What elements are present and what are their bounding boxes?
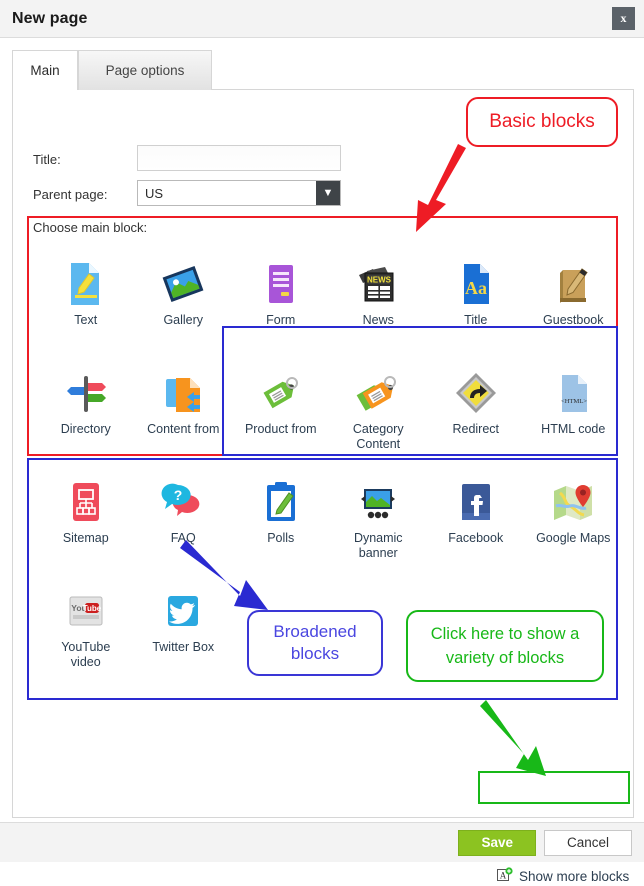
dialog-body: Main Page options Title: Parent page: US… bbox=[0, 38, 644, 884]
block-tile-news[interactable]: NEWS News bbox=[330, 247, 428, 356]
block-tile-label: Guestbook bbox=[543, 313, 604, 327]
add-block-icon: A bbox=[497, 867, 513, 886]
block-tile-gallery[interactable]: Gallery bbox=[135, 247, 233, 356]
cancel-button[interactable]: Cancel bbox=[543, 829, 632, 856]
block-tile-label: Redirect bbox=[452, 422, 500, 436]
blocks-row: Directory Content from Product from Categor… bbox=[37, 356, 622, 465]
block-tile-label: Form bbox=[266, 313, 296, 327]
form-icon bbox=[258, 247, 304, 309]
block-tile-product-from[interactable]: Product from bbox=[232, 356, 330, 465]
dialog-titlebar: New page x bbox=[0, 0, 644, 38]
block-tile-label: Text bbox=[74, 313, 98, 327]
block-tile-redirect[interactable]: Redirect bbox=[427, 356, 525, 465]
blocks-grid: Text Gallery Form NEWS News Aa Title Guestbook D… bbox=[37, 247, 622, 683]
close-icon[interactable]: x bbox=[612, 7, 635, 30]
chevron-down-icon[interactable]: ▼ bbox=[316, 181, 340, 205]
blocks-row: Sitemap? FAQ Polls Dynamic banner Facebook Go… bbox=[37, 465, 622, 574]
block-tile-label: News bbox=[362, 313, 394, 327]
block-tile-dynamic-banner[interactable]: Dynamic banner bbox=[330, 465, 428, 574]
block-tile-text[interactable]: Text bbox=[37, 247, 135, 356]
news-icon: NEWS bbox=[355, 247, 401, 309]
category-tags-icon bbox=[355, 356, 401, 418]
block-tile-google-maps[interactable]: Google Maps bbox=[525, 465, 623, 574]
block-tile-twitter-box[interactable]: Twitter Box bbox=[135, 574, 233, 683]
svg-text:<HTML>: <HTML> bbox=[561, 398, 587, 405]
block-tile-html-code[interactable]: <HTML> HTML code bbox=[525, 356, 623, 465]
block-tile-label: Title bbox=[464, 313, 488, 327]
text-document-icon bbox=[63, 247, 109, 309]
title-input[interactable] bbox=[137, 145, 341, 171]
sitemap-icon bbox=[63, 465, 109, 527]
block-tile-guestbook[interactable]: Guestbook bbox=[525, 247, 623, 356]
block-tile-title[interactable]: Aa Title bbox=[427, 247, 525, 356]
block-tile-label: Sitemap bbox=[62, 531, 109, 545]
tab-page-options[interactable]: Page options bbox=[78, 50, 212, 90]
main-panel: Title: Parent page: US ▼ Choose main blo… bbox=[12, 90, 634, 884]
gallery-image-icon bbox=[160, 247, 206, 309]
block-tile-label: Content from bbox=[147, 422, 220, 436]
show-more-blocks-button[interactable]: A Show more blocks bbox=[497, 867, 629, 886]
block-tile-category-content[interactable]: Category Content bbox=[330, 356, 428, 465]
facebook-icon bbox=[453, 465, 499, 527]
choose-main-block-label: Choose main block: bbox=[33, 220, 148, 235]
block-tile-directory[interactable]: Directory bbox=[37, 356, 135, 465]
title-label: Title: bbox=[33, 152, 61, 167]
tab-main[interactable]: Main bbox=[12, 50, 78, 90]
youtube-icon: You Tube bbox=[63, 574, 109, 636]
product-tag-icon bbox=[258, 356, 304, 418]
block-tile-content-from[interactable]: Content from bbox=[135, 356, 233, 465]
block-tile-polls[interactable]: Polls bbox=[232, 465, 330, 574]
block-tile-label: Facebook bbox=[448, 531, 504, 545]
svg-text:?: ? bbox=[174, 487, 183, 503]
block-tile-label: Google Maps bbox=[536, 531, 611, 545]
svg-text:Aa: Aa bbox=[465, 278, 487, 298]
html-code-icon: <HTML> bbox=[550, 356, 596, 418]
dynamic-banner-icon bbox=[355, 465, 401, 527]
svg-text:NEWS: NEWS bbox=[367, 276, 392, 285]
block-tile-label: YouTube video bbox=[61, 640, 111, 669]
block-tile-label: Category Content bbox=[352, 422, 404, 451]
block-tile-facebook[interactable]: Facebook bbox=[427, 465, 525, 574]
google-maps-icon bbox=[550, 465, 596, 527]
block-tile-label: Gallery bbox=[163, 313, 204, 327]
block-tile-label: FAQ bbox=[170, 531, 196, 545]
tab-bar: Main Page options bbox=[12, 50, 634, 90]
block-tile-label: Directory bbox=[60, 422, 111, 436]
polls-clipboard-icon bbox=[258, 465, 304, 527]
parent-page-value: US bbox=[145, 185, 164, 201]
block-tile-youtube-video[interactable]: You Tube YouTube video bbox=[37, 574, 135, 683]
block-tile-label: Polls bbox=[267, 531, 295, 545]
dialog-footer: Save Cancel bbox=[0, 822, 644, 862]
faq-bubbles-icon: ? bbox=[160, 465, 206, 527]
block-tile-label: Dynamic banner bbox=[353, 531, 403, 560]
parent-page-label: Parent page: bbox=[33, 187, 108, 202]
directory-signpost-icon bbox=[63, 356, 109, 418]
new-page-dialog: New page x Main Page options Title: Pare… bbox=[0, 0, 644, 884]
blocks-row: You Tube YouTube video Twitter Box bbox=[37, 574, 622, 683]
twitter-icon bbox=[160, 574, 206, 636]
title-aa-icon: Aa bbox=[453, 247, 499, 309]
block-tile-label: HTML code bbox=[541, 422, 606, 436]
block-tile-faq[interactable]: ? FAQ bbox=[135, 465, 233, 574]
block-tile-form[interactable]: Form bbox=[232, 247, 330, 356]
show-more-blocks-label: Show more blocks bbox=[519, 869, 630, 884]
content-from-icon bbox=[160, 356, 206, 418]
save-button[interactable]: Save bbox=[458, 829, 536, 856]
blocks-row: Text Gallery Form NEWS News Aa Title Guestbook bbox=[37, 247, 622, 356]
dialog-title: New page bbox=[12, 9, 88, 27]
svg-text:Tube: Tube bbox=[82, 604, 101, 613]
block-tile-sitemap[interactable]: Sitemap bbox=[37, 465, 135, 574]
parent-page-select[interactable]: US ▼ bbox=[137, 180, 341, 206]
block-tile-label: Twitter Box bbox=[152, 640, 215, 654]
block-tile-label: Product from bbox=[244, 422, 317, 436]
guestbook-icon bbox=[550, 247, 596, 309]
redirect-sign-icon bbox=[453, 356, 499, 418]
